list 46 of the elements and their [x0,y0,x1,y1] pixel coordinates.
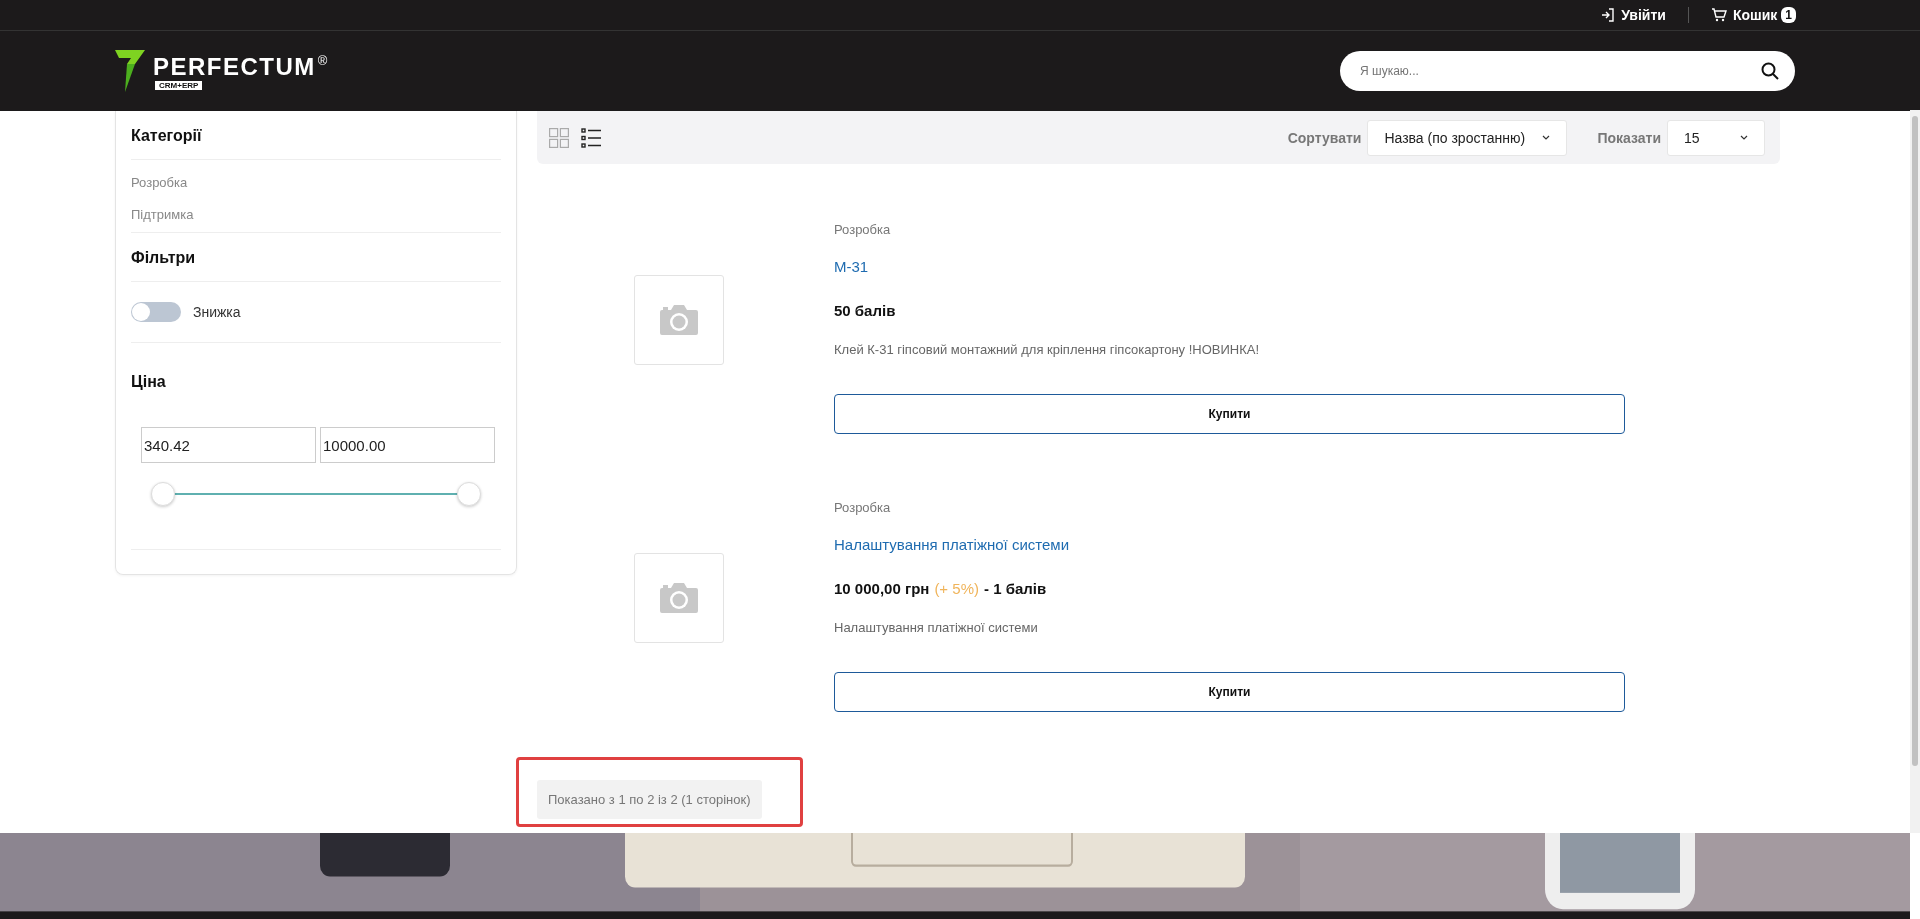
login-link[interactable]: Увійти [1601,7,1666,23]
search-icon[interactable] [1761,62,1779,80]
logo-tagline: CRM+ERP [155,80,203,90]
page-size-dropdown[interactable]: 15 [1667,119,1765,156]
discount-toggle[interactable] [131,302,181,322]
markup-percent: (+ 5%) [934,580,979,597]
product-description: Налаштування платіжної системи [834,620,1039,635]
logo-name: PERFECTUM [153,52,316,81]
product-description: Клей К-31 гіпсовий монтажний для кріплення гіпсокартону !НОВИНКА! [834,342,1261,357]
list-view-icon[interactable] [581,127,601,148]
sort-dropdown[interactable]: Назва (по зростанню) [1367,119,1568,156]
category-link[interactable]: Підтримка [131,207,501,222]
login-icon [1601,8,1616,22]
camera-icon [659,304,699,336]
registered-mark: ® [317,52,328,68]
chevron-icon [1542,135,1551,140]
cart-icon [1710,8,1727,22]
pagination-info: Показано з 1 по 2 із 2 (1 сторінок) [537,780,762,819]
search-field[interactable]: Я шукаю... [1340,51,1795,91]
toggle-label: Знижка [193,304,241,320]
camera-icon [659,582,699,614]
product-price: 10 000,00 грн [834,580,930,597]
cart-count-badge: 1 [1781,7,1796,23]
show-label: Показати [1597,129,1661,146]
section-title: Категорії [131,126,203,146]
product-title-link[interactable]: М-31 [834,258,1625,275]
section-title: Фільтри [131,248,197,268]
sort-label: Сортувати [1287,129,1362,146]
product-price: 50 балів [834,302,896,319]
category-link[interactable]: Розробка [131,175,501,190]
slider-handle[interactable] [457,482,481,506]
chevron-icon [1740,135,1748,140]
buy-button[interactable]: Купити [834,394,1625,434]
min-price-field[interactable]: 340.42 [141,427,316,463]
slider-handle[interactable] [151,482,175,506]
logo-icon [115,50,147,92]
product-title-link[interactable]: Налаштування платіжної системи [834,536,1625,553]
cart-link[interactable]: Кошик [1710,7,1778,23]
product-category: Розробка [834,222,892,239]
section-title: Ціна [131,372,167,392]
max-price-field[interactable]: 10000.00 [320,427,495,463]
buy-button[interactable]: Купити [834,672,1625,712]
product-category: Розробка [834,500,892,517]
search-input[interactable]: Я шукаю... [1358,63,1761,79]
grid-view-icon[interactable] [549,127,569,148]
points-text: - 1 балів [984,580,1047,597]
